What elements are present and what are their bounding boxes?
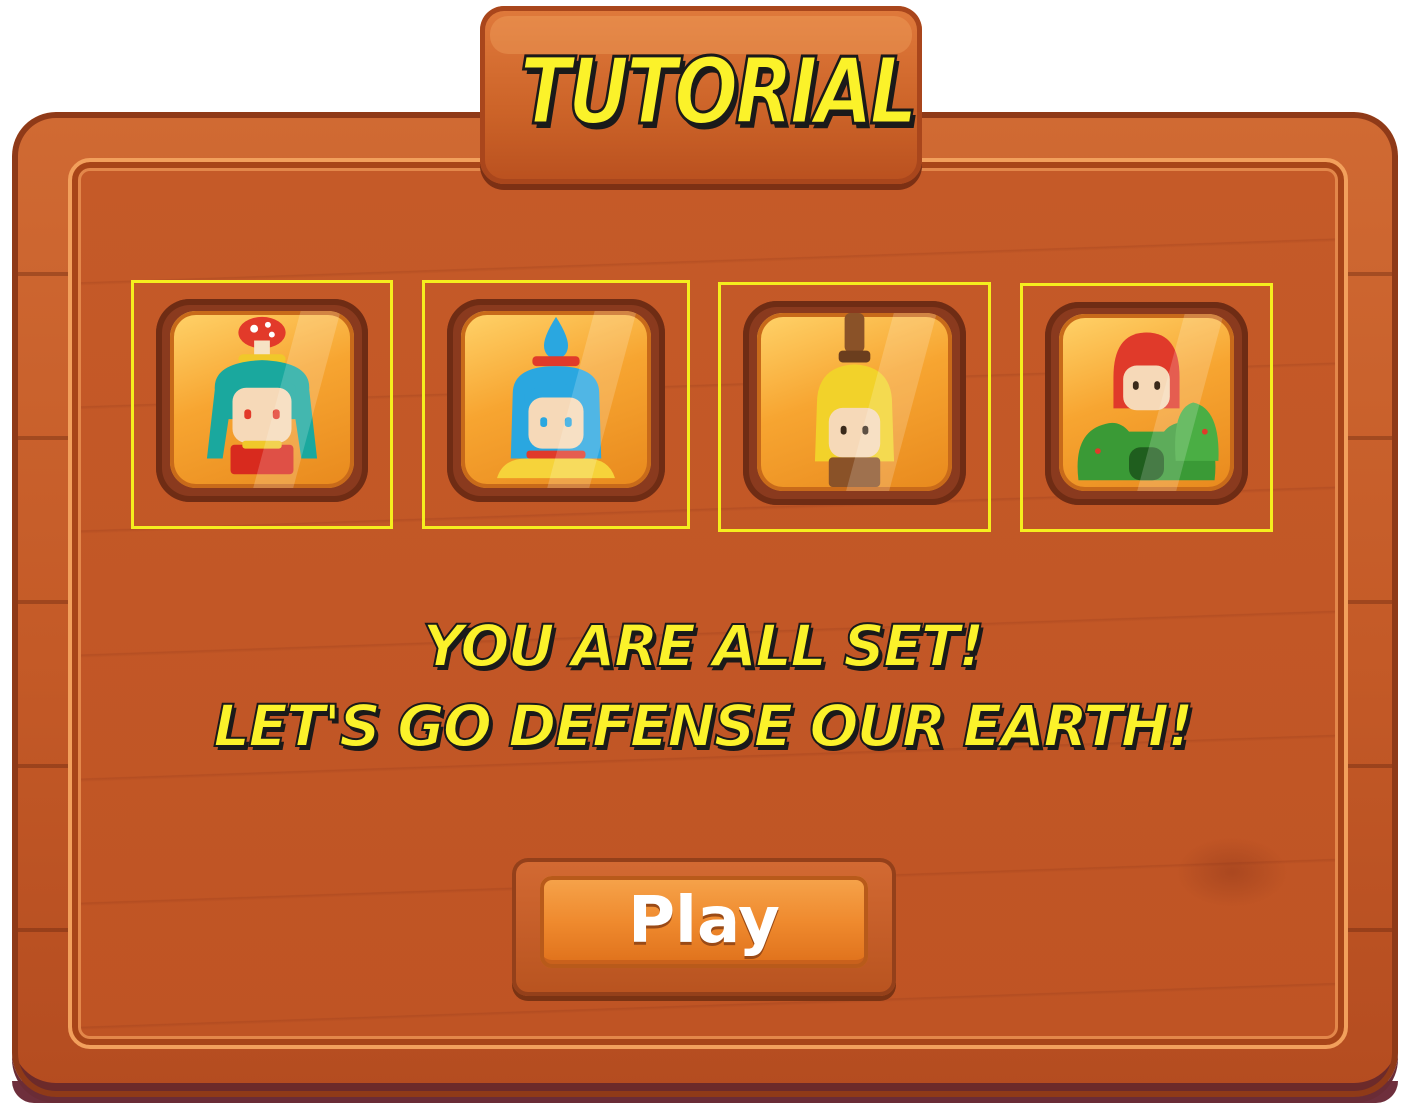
character-tile (1059, 314, 1234, 491)
play-button[interactable]: Play (540, 876, 868, 968)
message-line-1: YOU ARE ALL SET! (421, 611, 985, 681)
character-slot-1[interactable] (131, 280, 393, 529)
character-tile (461, 311, 651, 488)
message-line-2: LET'S GO DEFENSE OUR EARTH! (212, 691, 1194, 761)
character-slot-4[interactable] (1020, 283, 1273, 532)
character-tile (170, 311, 354, 488)
page-title: TUTORIAL (519, 38, 919, 145)
banana-character-icon (757, 313, 952, 491)
cactus-character-icon (1059, 314, 1234, 491)
character-frame (447, 299, 665, 502)
mushroom-character-icon (170, 311, 354, 488)
character-slot-3[interactable] (718, 282, 991, 532)
character-tile (757, 313, 952, 491)
character-frame (156, 299, 368, 502)
character-frame (1045, 302, 1248, 505)
character-slot-2[interactable] (422, 280, 690, 529)
play-button-label: Play (628, 884, 780, 958)
title-plaque: TUTORIAL (480, 6, 922, 184)
character-frame (743, 301, 966, 505)
water-drop-character-icon (461, 311, 651, 488)
